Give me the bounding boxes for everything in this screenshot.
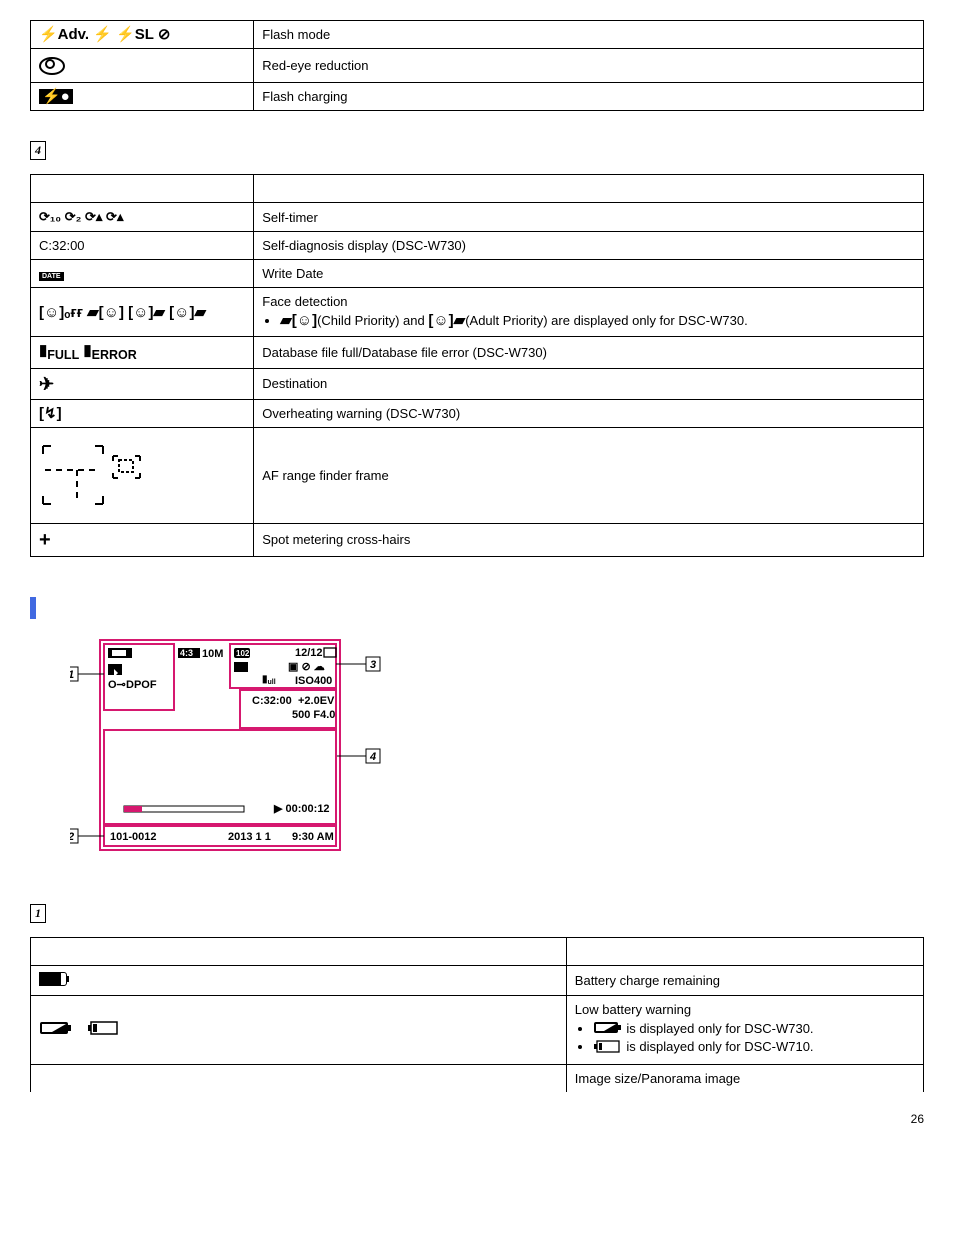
note-w710: is displayed only for DSC-W710. — [593, 1039, 915, 1056]
cell-desc: Self-timer — [254, 203, 924, 232]
cell-icons: ▮FULL ▮ERROR — [31, 337, 254, 369]
low-batt-desc: Low battery warning — [575, 1002, 691, 1017]
header-empty — [254, 175, 924, 203]
note-w730: is displayed only for DSC-W730. — [593, 1021, 915, 1038]
callout-1: 1 — [70, 669, 74, 681]
selftimer-icons: ⟳₁₀ ⟳₂ ⟳▴ ⟳▴ — [39, 209, 245, 225]
section-divider — [30, 597, 36, 619]
db-icons: ▮FULL ▮ERROR — [39, 343, 137, 362]
flash-auto-icon: ⚡Adv. ⚡ ⚡SL ⊘ — [39, 27, 170, 42]
table-battery: Battery charge remaining Low battery war… — [30, 937, 924, 1092]
cell-icons — [31, 49, 254, 83]
cell-icons: [↯] — [31, 399, 254, 427]
cell-icons: ⚡● — [31, 83, 254, 111]
cell-icons: ⚡Adv. ⚡ ⚡SL ⊘ — [31, 21, 254, 49]
low-batt-w710-icon — [87, 1020, 121, 1039]
callout-marker-4: 4 — [30, 141, 46, 160]
crosshair-icon: + — [39, 530, 51, 550]
cell-desc: Face detection ▰[☺](Child Priority) and … — [254, 288, 924, 337]
redeye-icon — [39, 57, 65, 75]
cell-desc: Spot metering cross-hairs — [254, 523, 924, 556]
cell-desc: Destination — [254, 368, 924, 399]
cell-desc: Database file full/Database file error (… — [254, 337, 924, 369]
low-batt-w730-icon — [593, 1021, 623, 1037]
svg-text:500 F4.0: 500 F4.0 — [292, 709, 335, 721]
cell-icons — [31, 427, 254, 523]
battery-icon — [39, 972, 67, 986]
header-empty — [31, 937, 567, 965]
svg-text:2013 1 1: 2013 1 1 — [228, 831, 271, 843]
low-batt-w710-icon — [593, 1040, 623, 1056]
cell-icons — [31, 965, 567, 995]
callout-4: 4 — [369, 751, 376, 763]
lcd-diagram: 1 3 4 2 4:3 10M 102 12/12 ▣ ⊘ ☁ O⊸DPOF ▮u… — [70, 634, 390, 894]
af-frame-icons — [39, 438, 149, 510]
callout-2: 2 — [70, 831, 74, 843]
callout-marker-1: 1 — [30, 904, 46, 923]
svg-text:4:3: 4:3 — [180, 648, 193, 658]
svg-text:▮ull: ▮ull — [262, 674, 276, 686]
callout-3: 3 — [370, 659, 376, 671]
cell-desc: Overheating warning (DSC-W730) — [254, 399, 924, 427]
adult-priority-icon: [☺]▰ — [428, 313, 465, 328]
date-icon: DATE — [39, 272, 64, 281]
header-empty — [566, 937, 923, 965]
face-desc: Face detection — [262, 294, 347, 309]
cell-desc: Battery charge remaining — [566, 965, 923, 995]
svg-text:10M: 10M — [202, 648, 223, 660]
cell-text: C:32:00 — [31, 232, 254, 260]
header-empty — [31, 175, 254, 203]
cell-desc: Write Date — [254, 260, 924, 288]
cell-desc: Self-diagnosis display (DSC-W730) — [254, 232, 924, 260]
table-flash: ⚡Adv. ⚡ ⚡SL ⊘ Flash mode Red-eye reducti… — [30, 20, 924, 111]
cell-desc: Red-eye reduction — [254, 49, 924, 83]
svg-text:DPOF: DPOF — [126, 679, 157, 691]
svg-text:101-0012: 101-0012 — [110, 831, 157, 843]
face-note: ▰[☺](Child Priority) and [☺]▰(Adult Prio… — [280, 313, 915, 328]
svg-text:12/12: 12/12 — [295, 647, 323, 659]
destination-icon: ✈ — [39, 375, 54, 393]
svg-text:C:32:00: C:32:00 — [252, 695, 292, 707]
svg-text:▣ ⊘ ☁: ▣ ⊘ ☁ — [288, 661, 325, 673]
cell-desc: Flash mode — [254, 21, 924, 49]
face-detect-icons: [☺]ₒғғ ▰[☺] [☺]▰ [☺]▰ — [39, 305, 206, 320]
child-priority-icon: ▰[☺] — [280, 313, 317, 328]
cell-icons: ⟳₁₀ ⟳₂ ⟳▴ ⟳▴ — [31, 203, 254, 232]
cell-desc: Image size/Panorama image — [566, 1064, 923, 1092]
svg-text:102: 102 — [236, 649, 250, 658]
cell-desc: AF range finder frame — [254, 427, 924, 523]
cell-icons — [31, 995, 567, 1064]
flash-charging-icon: ⚡● — [39, 89, 73, 104]
cell-icons — [31, 1064, 567, 1092]
cell-desc: Flash charging — [254, 83, 924, 111]
cell-icons: [☺]ₒғғ ▰[☺] [☺]▰ [☺]▰ — [31, 288, 254, 337]
svg-text:ISO400: ISO400 — [295, 675, 332, 687]
svg-text:O⊸: O⊸ — [108, 679, 126, 691]
table-indicators: ⟳₁₀ ⟳₂ ⟳▴ ⟳▴ Self-timer C:32:00 Self-dia… — [30, 174, 924, 557]
svg-text:+2.0EV: +2.0EV — [298, 695, 335, 707]
svg-text:9:30 AM: 9:30 AM — [292, 831, 334, 843]
svg-text:▶ 00:00:12: ▶ 00:00:12 — [273, 803, 330, 815]
overheat-icon: [↯] — [39, 406, 62, 421]
cell-icons: ✈ — [31, 368, 254, 399]
low-batt-w730-icon — [39, 1020, 73, 1039]
page-number: 26 — [30, 1112, 924, 1126]
cell-desc: Low battery warning is displayed only fo… — [566, 995, 923, 1064]
cell-icons: DATE — [31, 260, 254, 288]
cell-icons: + — [31, 523, 254, 556]
